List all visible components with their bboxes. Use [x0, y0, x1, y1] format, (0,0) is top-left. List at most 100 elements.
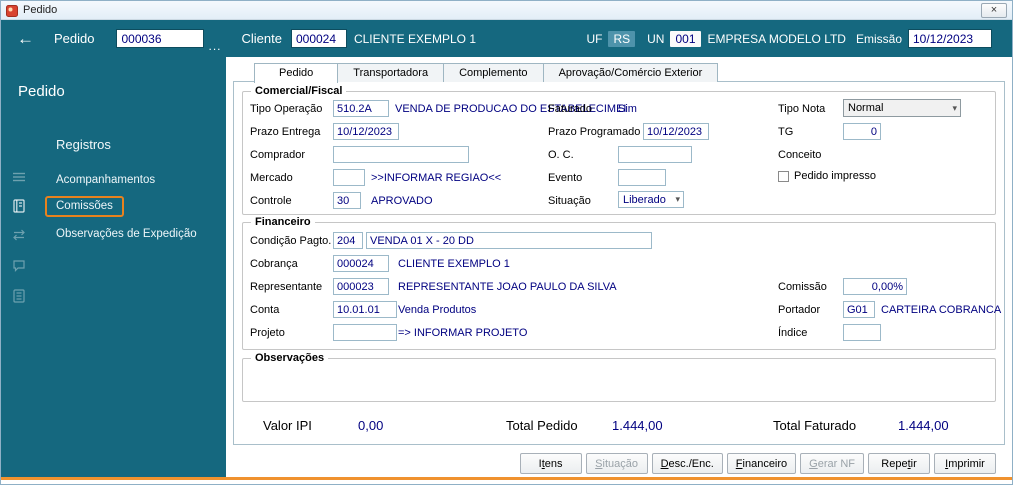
- tab-complemento[interactable]: Complemento: [443, 63, 544, 82]
- cliente-label: Cliente: [241, 31, 282, 46]
- prazo-programado-label: Prazo Programado: [548, 126, 641, 138]
- financeiro-button[interactable]: Financeiro: [726, 453, 797, 474]
- situacao-button[interactable]: Situação: [585, 453, 648, 474]
- tab-strip: Pedido Transportadora Complemento Aprova…: [254, 63, 719, 83]
- group-observacoes: Observações: [242, 352, 996, 402]
- emissao-date-input[interactable]: [908, 29, 992, 48]
- chevron-down-icon: ▾: [675, 194, 680, 204]
- bottom-accent-bar: [1, 477, 1012, 480]
- menu-icon[interactable]: [11, 169, 27, 190]
- projeto-label: Projeto: [250, 327, 285, 339]
- comprador-label: Comprador: [250, 149, 306, 161]
- group-comercial-title: Comercial/Fiscal: [251, 85, 347, 97]
- swap-arrows-icon[interactable]: [11, 227, 27, 248]
- titlebar: Pedido ×: [1, 1, 1012, 20]
- valor-ipi-value: 0,00: [358, 418, 384, 433]
- uf-value-chip: RS: [608, 30, 636, 47]
- desc-enc-button[interactable]: Desc./Enc.: [651, 453, 723, 474]
- condicao-pagto-label: Condição Pagto.: [250, 235, 332, 247]
- cobranca-label: Cobrança: [250, 258, 298, 270]
- header-bar: ← Pedido ... Cliente CLIENTE EXEMPLO 1 U…: [1, 20, 1012, 57]
- main-area: Pedido Transportadora Complemento Aprova…: [226, 57, 1012, 477]
- total-faturado-value: 1.444,00: [898, 418, 949, 433]
- emissao-label: Emissão: [855, 31, 902, 46]
- un-company-name: EMPRESA MODELO LTD: [707, 31, 846, 46]
- un-value-chip: 001: [670, 30, 701, 47]
- pedido-tab-panel: Comercial/Fiscal Tipo Operação VENDA DE …: [233, 81, 1005, 445]
- mercado-input[interactable]: [333, 169, 365, 186]
- controle-input[interactable]: [333, 192, 361, 209]
- pedido-impresso-checkbox[interactable]: Pedido impresso: [778, 170, 876, 182]
- mercado-label: Mercado: [250, 172, 293, 184]
- comprador-input[interactable]: [333, 146, 469, 163]
- tab-transportadora[interactable]: Transportadora: [337, 63, 445, 82]
- prazo-entrega-input[interactable]: [333, 123, 399, 140]
- portador-label: Portador: [778, 304, 821, 316]
- tipo-nota-label: Tipo Nota: [778, 103, 826, 115]
- action-button-row: Itens Situação Desc./Enc. Financeiro Ger…: [519, 453, 996, 474]
- situacao-value: Liberado: [623, 193, 666, 206]
- tipo-operacao-label: Tipo Operação: [250, 103, 323, 115]
- sidebar: Pedido Registros Acompanhamentos Comissõ…: [1, 57, 226, 477]
- conta-code-input[interactable]: [333, 301, 397, 318]
- app-icon: [6, 4, 18, 17]
- group-financeiro: Financeiro Condição Pagto. Cobrança CLIE…: [242, 216, 1001, 350]
- conta-label: Conta: [250, 304, 280, 316]
- indice-input[interactable]: [843, 324, 881, 341]
- cliente-name: CLIENTE EXEMPLO 1: [353, 31, 477, 46]
- pedido-label: Pedido: [54, 31, 95, 46]
- prazo-entrega-label: Prazo Entrega: [250, 126, 321, 138]
- sidebar-item-acompanhamentos[interactable]: Acompanhamentos: [56, 174, 155, 186]
- imprimir-button[interactable]: Imprimir: [934, 453, 996, 474]
- conceito-label: Conceito: [778, 149, 822, 161]
- situacao-select[interactable]: Liberado ▾: [618, 191, 684, 208]
- pedido-number-input[interactable]: [116, 29, 205, 48]
- pedido-impresso-label: Pedido impresso: [794, 170, 876, 182]
- pedido-lookup-ellipsis[interactable]: ...: [208, 39, 221, 57]
- chevron-down-icon: ▾: [952, 102, 957, 113]
- tipo-operacao-input[interactable]: [333, 100, 389, 117]
- situacao-label: Situação: [548, 195, 591, 207]
- cobranca-desc: CLIENTE EXEMPLO 1: [398, 258, 510, 270]
- un-label: UN: [647, 31, 665, 46]
- sidebar-item-observacoes-expedicao[interactable]: Observações de Expedição: [56, 228, 197, 240]
- portador-desc: CARTEIRA COBRANCA: [881, 304, 1002, 316]
- condicao-pagto-desc-input[interactable]: [366, 232, 652, 249]
- projeto-hint: => INFORMAR PROJETO: [398, 327, 528, 339]
- sidebar-item-comissoes[interactable]: Comissões: [45, 196, 124, 217]
- form-list-icon[interactable]: [11, 288, 27, 309]
- tg-input[interactable]: [843, 123, 881, 140]
- tipo-nota-select[interactable]: Normal ▾: [843, 99, 961, 117]
- comissao-input[interactable]: [843, 278, 907, 295]
- tg-label: TG: [778, 126, 794, 138]
- cliente-code-input[interactable]: [290, 29, 347, 48]
- portador-code-input[interactable]: [843, 301, 875, 318]
- repetir-button[interactable]: Repetir: [868, 453, 930, 474]
- faturado-label: Faturado: [548, 103, 593, 115]
- itens-button[interactable]: Itens: [519, 453, 582, 474]
- representante-label: Representante: [250, 281, 323, 293]
- chat-bubble-icon[interactable]: [11, 258, 27, 279]
- valor-ipi-label: Valor IPI: [263, 418, 312, 433]
- comissao-label: Comissão: [778, 281, 827, 293]
- back-arrow-icon[interactable]: ←: [17, 29, 34, 49]
- uf-label: UF: [586, 31, 603, 46]
- cobranca-code-input[interactable]: [333, 255, 389, 272]
- condicao-pagto-code-input[interactable]: [333, 232, 363, 249]
- representante-code-input[interactable]: [333, 278, 389, 295]
- evento-label: Evento: [548, 172, 583, 184]
- tab-aprovacao-comercio-exterior[interactable]: Aprovação/Comércio Exterior: [542, 63, 719, 82]
- group-comercial-fiscal: Comercial/Fiscal Tipo Operação VENDA DE …: [242, 85, 996, 215]
- close-button[interactable]: ×: [981, 2, 1007, 18]
- oc-input[interactable]: [618, 146, 692, 163]
- evento-input[interactable]: [618, 169, 666, 186]
- ledger-book-icon[interactable]: [11, 198, 27, 219]
- total-faturado-label: Total Faturado: [773, 418, 857, 433]
- tab-pedido[interactable]: Pedido: [254, 63, 339, 83]
- projeto-input[interactable]: [333, 324, 397, 341]
- gerar-nf-button[interactable]: Gerar NF: [800, 453, 864, 474]
- sidebar-section-registros: Registros: [56, 137, 111, 152]
- mercado-hint: >>INFORMAR REGIAO<<: [371, 172, 502, 184]
- prazo-programado-input[interactable]: [643, 123, 709, 140]
- faturado-value: Sim: [618, 103, 637, 115]
